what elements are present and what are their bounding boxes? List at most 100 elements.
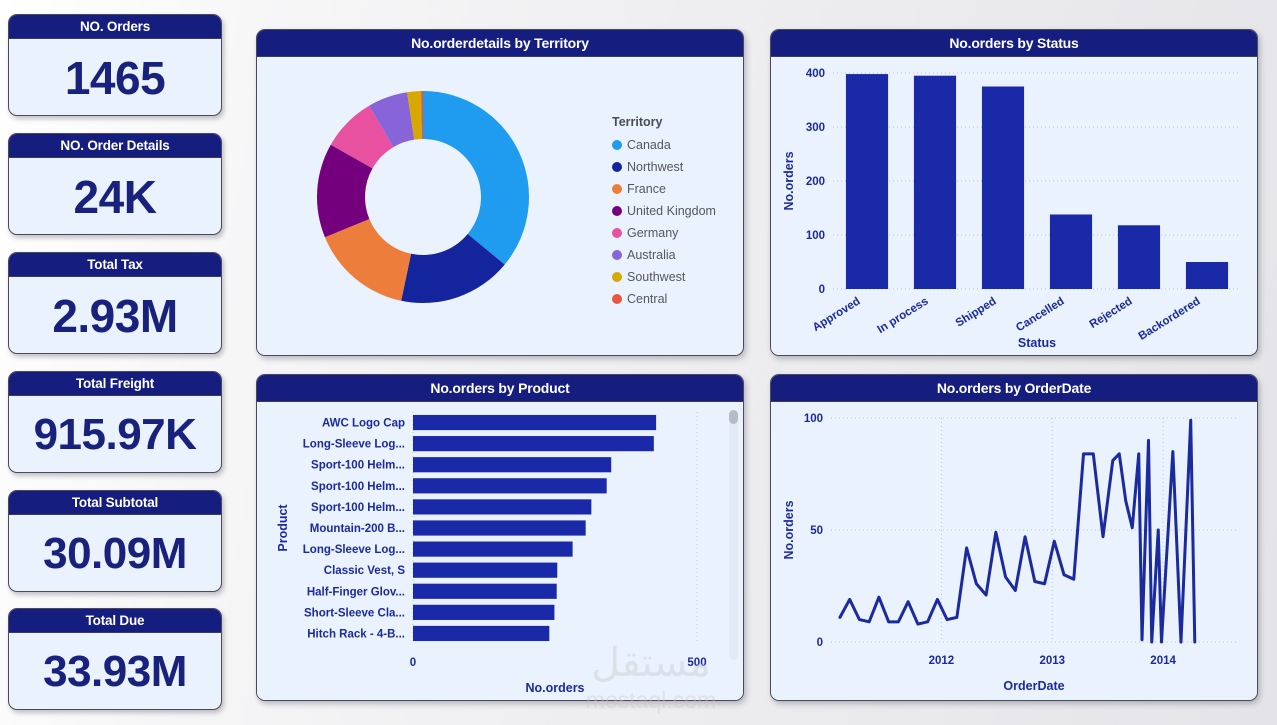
product-bar[interactable] xyxy=(413,436,654,452)
y-axis-title: No.orders xyxy=(782,151,796,210)
status-bar-shipped[interactable] xyxy=(981,86,1025,290)
product-category-label: Sport-100 Helm... xyxy=(311,502,405,514)
product-bar[interactable] xyxy=(413,478,607,494)
legend-item-label: United Kingdom xyxy=(627,204,716,218)
legend-item-label: Australia xyxy=(627,248,676,262)
product-category-label: Classic Vest, S xyxy=(324,565,406,577)
y-tick-label: 0 xyxy=(817,637,823,649)
legend-swatch-icon xyxy=(612,272,622,282)
legend-item-label: Northwest xyxy=(627,160,684,174)
legend-swatch-icon xyxy=(612,140,622,150)
x-axis-title: No.orders xyxy=(525,681,584,695)
kpi-card-no-order-details[interactable]: NO. Order Details 24K xyxy=(8,133,222,235)
legend-item-canada[interactable]: Canada xyxy=(612,138,740,152)
y-tick-label: 300 xyxy=(806,122,825,134)
kpi-card-total-freight[interactable]: Total Freight 915.97K xyxy=(8,371,222,473)
orderdate-line-chart[interactable]: 0 50 100 2012 2013 2014 OrderDate No.orders xyxy=(771,402,1257,700)
x-axis-title: OrderDate xyxy=(1003,679,1064,693)
product-category-label: Sport-100 Helm... xyxy=(311,481,405,493)
status-chart-body: 0 100 200 300 400 Approved In process Shipped Ca… xyxy=(771,57,1257,355)
x-axis-title: Status xyxy=(1018,336,1056,350)
legend-item-label: Canada xyxy=(627,138,671,152)
product-category-label: Long-Sleeve Log... xyxy=(303,439,405,451)
product-bar[interactable] xyxy=(413,520,586,536)
legend-item-united-kingdom[interactable]: United Kingdom xyxy=(612,204,740,218)
legend-items: Canada Northwest France United Kingdom Germa… xyxy=(612,138,740,306)
product-scrollbar-track[interactable] xyxy=(729,410,738,660)
y-axis-title: Product xyxy=(276,504,290,552)
kpi-title: Total Subtotal xyxy=(9,491,221,515)
product-category-label: Hitch Rack - 4-B... xyxy=(307,628,405,640)
kpi-value: 1465 xyxy=(64,51,166,104)
panel-title-status: No.orders by Status xyxy=(771,30,1257,57)
kpi-value: 2.93M xyxy=(52,289,178,342)
legend-swatch-icon xyxy=(612,162,622,172)
product-category-label: Long-Sleeve Log... xyxy=(303,544,405,556)
product-bar[interactable] xyxy=(413,583,557,599)
status-chart-panel: No.orders by Status 0 100 200 300 400 Approve… xyxy=(770,29,1258,356)
kpi-card-no-orders[interactable]: NO. Orders 1465 xyxy=(8,14,222,116)
legend-title: Territory xyxy=(612,115,663,129)
product-bar[interactable] xyxy=(413,562,558,578)
product-bar[interactable] xyxy=(413,414,657,431)
legend-item-northwest[interactable]: Northwest xyxy=(612,160,740,174)
kpi-title: NO. Order Details xyxy=(9,134,221,158)
kpi-value: 915.97K xyxy=(33,409,197,459)
status-bar-cancelled[interactable] xyxy=(1049,214,1093,289)
product-bar-chart[interactable]: 0 500 AWC Logo Cap Long-Sleeve Log... Sport-… xyxy=(257,402,743,700)
orderdate-line-series[interactable] xyxy=(838,418,1197,644)
kpi-title: Total Freight xyxy=(9,372,221,396)
panel-title-product: No.orders by Product xyxy=(257,375,743,402)
legend-swatch-icon xyxy=(612,206,622,216)
kpi-value: 33.93M xyxy=(43,646,187,696)
territory-legend: Territory Canada Northwest France United Ki… xyxy=(612,115,740,314)
y-axis-title: No.orders xyxy=(782,500,796,559)
x-tick-label: In process xyxy=(875,295,930,336)
product-bar[interactable] xyxy=(413,604,555,620)
legend-item-australia[interactable]: Australia xyxy=(612,248,740,262)
territory-chart-body: Territory Canada Northwest France United Ki… xyxy=(257,57,743,355)
x-tick-label: Rejected xyxy=(1088,295,1135,331)
x-tick-label: 500 xyxy=(687,657,706,669)
donut-chart[interactable] xyxy=(275,69,615,334)
x-tick-label: 2012 xyxy=(929,655,955,667)
y-tick-label: 0 xyxy=(819,284,825,296)
product-category-label: Mountain-200 B... xyxy=(310,523,405,535)
product-bar[interactable] xyxy=(413,457,612,473)
kpi-card-total-subtotal[interactable]: Total Subtotal 30.09M xyxy=(8,490,222,592)
legend-item-france[interactable]: France xyxy=(612,182,740,196)
product-category-label: Short-Sleeve Cla... xyxy=(304,607,405,619)
territory-chart-panel: No.orderdetails by Territory Territory C… xyxy=(256,29,744,356)
dashboard-root: NO. Orders 1465 NO. Order Details 24K To… xyxy=(0,0,1277,725)
x-tick-label: 2014 xyxy=(1150,655,1176,667)
panel-title-territory: No.orderdetails by Territory xyxy=(257,30,743,57)
donut-svg xyxy=(317,91,529,303)
kpi-card-total-due[interactable]: Total Due 33.93M xyxy=(8,608,222,710)
x-tick-label: 0 xyxy=(410,657,416,669)
product-bar[interactable] xyxy=(413,499,592,515)
status-bar-backordered[interactable] xyxy=(1185,262,1229,289)
status-bar-chart[interactable]: 0 100 200 300 400 Approved In process Shipped Ca… xyxy=(771,57,1257,355)
legend-swatch-icon xyxy=(612,250,622,260)
kpi-card-total-tax[interactable]: Total Tax 2.93M xyxy=(8,252,222,354)
product-category-label: Sport-100 Helm... xyxy=(311,460,405,472)
legend-item-germany[interactable]: Germany xyxy=(612,226,740,240)
orderdate-chart-body: 0 50 100 2012 2013 2014 OrderDate No.orders xyxy=(771,402,1257,700)
status-bar-in-process[interactable] xyxy=(913,75,957,289)
product-chart-panel: No.orders by Product 0 500 AWC Logo Cap Lon… xyxy=(256,374,744,701)
legend-item-southwest[interactable]: Southwest xyxy=(612,270,740,284)
legend-item-central[interactable]: Central xyxy=(612,292,740,306)
donut-slice-canada[interactable] xyxy=(423,91,529,265)
product-bar[interactable] xyxy=(413,625,550,642)
y-tick-label: 100 xyxy=(804,413,823,425)
product-scrollbar-thumb[interactable] xyxy=(729,410,738,424)
product-category-label: AWC Logo Cap xyxy=(322,418,405,430)
x-tick-label: 2013 xyxy=(1039,655,1065,667)
kpi-title: Total Due xyxy=(9,609,221,633)
legend-item-label: France xyxy=(627,182,666,196)
status-bar-rejected[interactable] xyxy=(1117,225,1161,289)
status-bar-approved[interactable] xyxy=(845,74,889,289)
legend-swatch-icon xyxy=(612,184,622,194)
product-bar[interactable] xyxy=(413,541,573,557)
kpi-value: 30.09M xyxy=(43,528,187,578)
